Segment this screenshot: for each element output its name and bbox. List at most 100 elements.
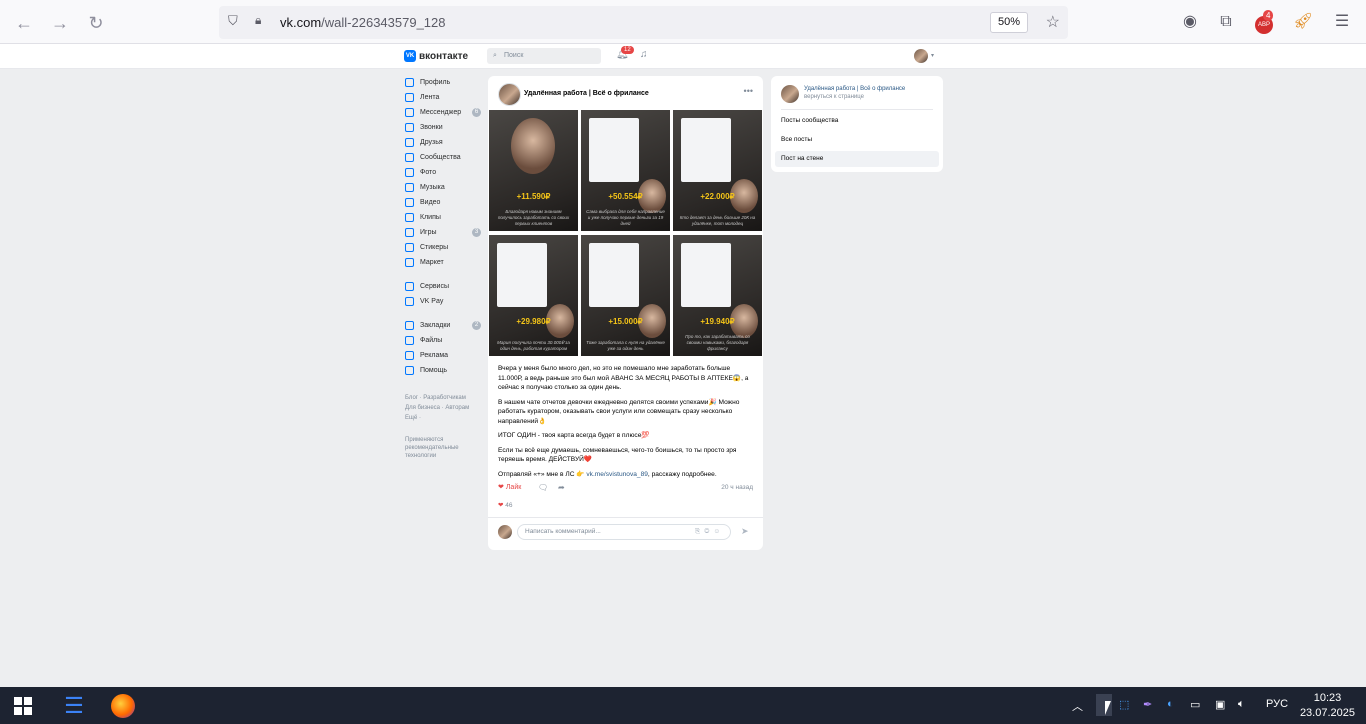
photo-tile[interactable]: +19.940₽ Про то, как зарабатывать со сво… (673, 235, 762, 356)
search-input[interactable]: ⌕ Поиск (487, 48, 601, 64)
bookmark-star-icon[interactable]: ☆ (1046, 12, 1060, 32)
profile-avatar[interactable] (914, 49, 928, 63)
pen-icon[interactable]: ✒ (1143, 698, 1152, 711)
community-posts-link[interactable]: Посты сообщества (775, 113, 939, 129)
send-icon[interactable]: ➤ (741, 526, 749, 537)
comment-input[interactable]: Написать комментарий... ⎘◎☺ (517, 524, 731, 540)
post-time[interactable]: 20 ч назад (721, 484, 753, 491)
url-text[interactable]: vk.com/wall-226343579_128 (280, 15, 446, 30)
sidebar-item-services[interactable]: Сервисы (404, 279, 484, 294)
post-author[interactable]: Удалённая работа | Всё о фрилансе (524, 90, 649, 97)
share-icon[interactable]: ➦ (558, 483, 565, 492)
sidebar-item-clips[interactable]: Клипы (404, 210, 484, 225)
right-navigation-card: Удалённая работа | Всё о фрилансе вернут… (771, 76, 943, 172)
friends-icon (405, 138, 414, 147)
network-icon[interactable]: ▣ (1215, 698, 1225, 711)
language-indicator[interactable]: РУС (1266, 698, 1288, 710)
wall-post-link[interactable]: Пост на стене (775, 151, 939, 167)
unread-count-badge: 6 (472, 108, 481, 117)
reload-icon[interactable]: ↻ (85, 12, 107, 34)
footer-link-row[interactable]: Для бизнеса · Авторам (405, 403, 480, 413)
like-button[interactable]: ❤ Лайк (498, 483, 521, 491)
rocket-icon[interactable]: 🚀︎ (1292, 11, 1314, 33)
photo-tile[interactable]: +50.554₽ Сама выбрала для себя направлен… (581, 110, 670, 231)
bookmark-icon (405, 321, 414, 330)
comment-icon[interactable]: 🗨︎ (538, 483, 548, 492)
windows-start-icon[interactable] (14, 697, 32, 715)
all-posts-link[interactable]: Все посты (775, 132, 939, 148)
chevron-down-icon[interactable]: ▾ (931, 52, 934, 59)
photo-caption: Про то, как зарабатывать со своими навык… (685, 334, 750, 351)
back-to-page-link[interactable]: вернуться к странице (804, 94, 864, 100)
back-icon[interactable]: ← (13, 12, 35, 34)
community-avatar[interactable] (498, 83, 521, 106)
comment-composer: Написать комментарий... ⎘◎☺ ➤ (488, 517, 763, 550)
sidebar-item-messenger[interactable]: Мессенджер 6 (404, 105, 484, 120)
sidebar-item-games[interactable]: Игры 3 (404, 225, 484, 240)
sidebar-item-feed[interactable]: Лента (404, 90, 484, 105)
vk-logo[interactable]: VK вконтакте (404, 50, 468, 62)
sidebar-item-communities[interactable]: Сообщества (404, 150, 484, 165)
screenshot-icon[interactable]: ⬚ (1119, 698, 1129, 711)
photo-tile[interactable]: +22.000₽ Кто делает за день больше 20К н… (673, 110, 762, 231)
post-paragraph: Если ты всё еще думаешь, сомневаешься, ч… (498, 446, 737, 464)
footer-links: Блог · Разработчикам Для бизнеса · Автор… (405, 393, 480, 460)
post-link[interactable]: vk.me/svistunova_89 (586, 471, 648, 478)
messenger-icon (405, 108, 414, 117)
sidebar-item-help[interactable]: Помощь (404, 363, 484, 378)
address-bar[interactable]: ⛉ 🔒︎ vk.com/wall-226343579_128 50% ☆ (219, 6, 1068, 39)
chevron-up-icon[interactable]: ︿ (1072, 698, 1083, 714)
likes-count[interactable]: ❤ 46 (498, 501, 513, 509)
extensions-icon[interactable]: ⧉ (1215, 11, 1237, 33)
sidebar-item-market[interactable]: Маркет (404, 255, 484, 270)
sidebar-item-stickers[interactable]: Стикеры (404, 240, 484, 255)
profile-icon (405, 78, 414, 87)
sidebar-item-vkpay[interactable]: VK Pay (404, 294, 484, 309)
more-options-icon[interactable]: ••• (744, 86, 753, 96)
battery-icon[interactable]: ▭ (1190, 698, 1200, 711)
browser-toolbar: ← → ↻ ⛉ 🔒︎ vk.com/wall-226343579_128 50%… (0, 0, 1366, 44)
footer-link-row[interactable]: Ещё · (405, 413, 480, 423)
photo-tile[interactable]: +15.000₽ Тоже заработала с нуля на удалё… (581, 235, 670, 356)
sidebar-item-calls[interactable]: Звонки (404, 120, 484, 135)
post-card: Удалённая работа | Всё о фрилансе ••• +1… (488, 76, 763, 550)
footer-link-row[interactable]: Блог · Разработчикам (405, 393, 480, 403)
community-link[interactable]: Удалённая работа | Всё о фрилансе вернут… (781, 84, 933, 110)
sidebar-item-ads[interactable]: Реклама (404, 348, 484, 363)
firefox-icon[interactable] (111, 694, 135, 718)
music-icon[interactable]: ♫ (640, 49, 648, 60)
my-avatar (498, 525, 512, 539)
phone-screenshot (681, 243, 731, 307)
speaker-icon[interactable]: 🔈︎ (1238, 698, 1245, 711)
services-icon (405, 282, 414, 291)
clock[interactable]: 10:23 23.07.2025 (1300, 691, 1355, 721)
sidebar-item-friends[interactable]: Друзья (404, 135, 484, 150)
photo-tile[interactable]: +29.980₽ Мария получила почти 30.000₽ за… (489, 235, 578, 356)
sidebar-item-bookmarks[interactable]: Закладки 2 (404, 318, 484, 333)
music-icon (405, 183, 414, 192)
app-icon[interactable]: ☰ (62, 694, 86, 718)
left-sidebar: Профиль Лента Мессенджер 6 Звонки Друзья … (404, 75, 484, 378)
shield-icon[interactable]: ⛉ (228, 13, 238, 29)
gamepad-icon (405, 228, 414, 237)
sync-icon[interactable]: ◐ (1167, 698, 1174, 710)
photo-caption: Тоже заработала с нуля на удалёнке уже з… (586, 340, 665, 351)
sidebar-item-profile[interactable]: Профиль (404, 75, 484, 90)
sidebar-item-files[interactable]: Файлы (404, 333, 484, 348)
menu-icon[interactable]: ☰ (1331, 11, 1353, 33)
search-icon: ⌕ (493, 52, 497, 59)
post-actions: ❤ Лайк 🗨︎ ➦ 20 ч назад (498, 483, 753, 495)
attachment-tools[interactable]: ⎘◎☺ (695, 525, 724, 539)
lock-icon[interactable]: 🔒︎ (255, 13, 261, 28)
notification-badge: 12 (621, 46, 634, 54)
account-icon[interactable]: ◉ (1179, 11, 1201, 33)
sidebar-item-music[interactable]: Музыка (404, 180, 484, 195)
community-title[interactable]: Удалённая работа | Всё о фрилансе (804, 86, 905, 92)
forward-icon[interactable]: → (49, 12, 71, 34)
community-avatar (781, 85, 799, 103)
sidebar-item-photos[interactable]: Фото (404, 165, 484, 180)
zoom-level[interactable]: 50% (989, 12, 1028, 33)
sidebar-item-video[interactable]: Видео (404, 195, 484, 210)
vk-logo-icon: VK (404, 50, 416, 62)
photo-tile[interactable]: +11.590₽ Благодаря новым знаниям получил… (489, 110, 578, 231)
